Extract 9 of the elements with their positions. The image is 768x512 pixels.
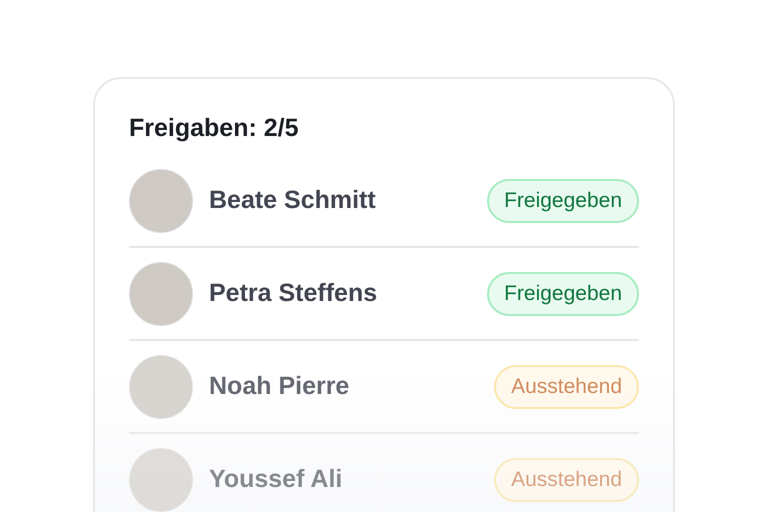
status-badge: Freigegeben [487,272,639,316]
status-badge: Ausstehend [494,458,639,502]
reviewer-name: Beate Schmitt [209,186,377,215]
card-title: Freigaben: 2/5 [129,113,300,143]
status-badge: Freigegeben [487,178,639,222]
reviewer-name: Petra Steffens [209,279,378,308]
reviewer-name: Noah Pierre [209,372,350,401]
reviewer-name: Youssef Ali [209,465,344,494]
status-badge: Ausstehend [494,364,639,408]
